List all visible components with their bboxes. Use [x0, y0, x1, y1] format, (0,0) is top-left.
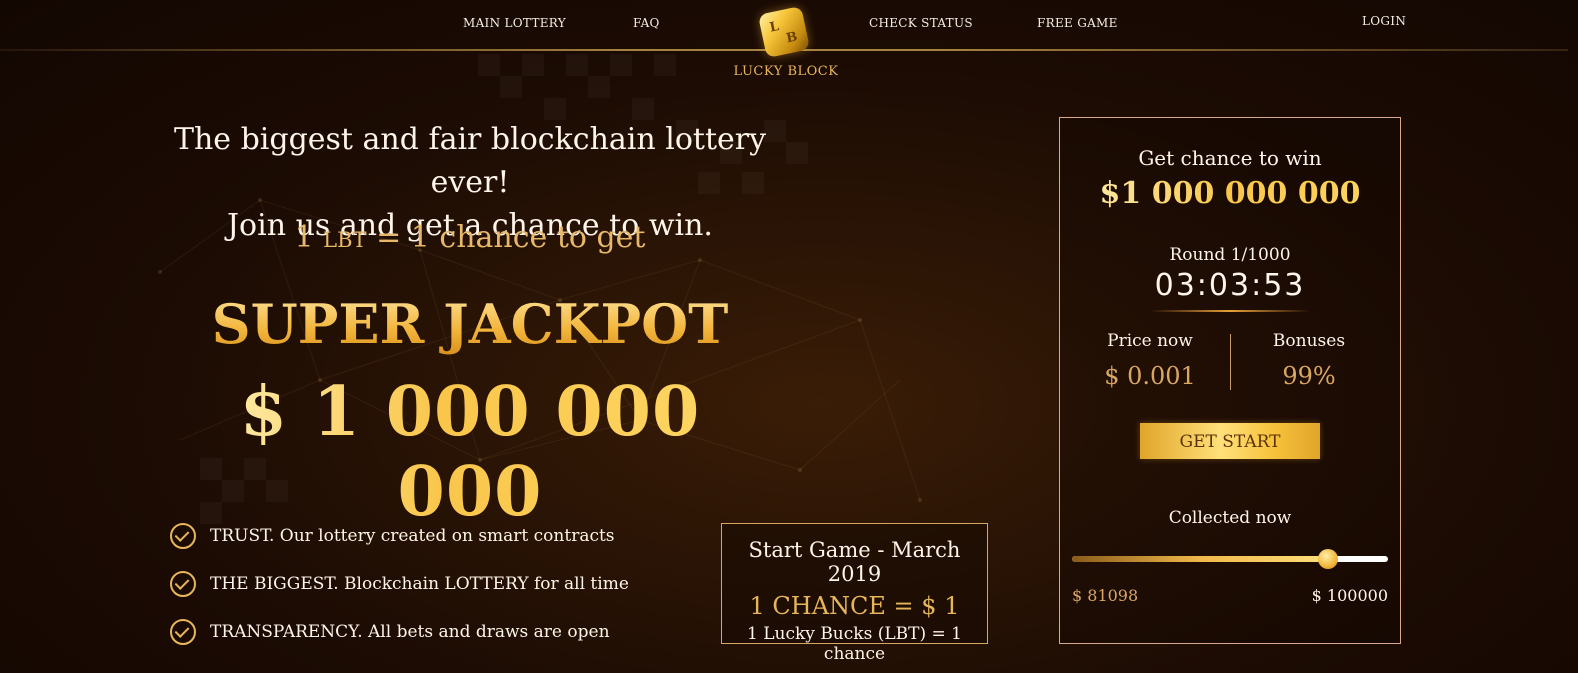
check-circle-icon — [170, 619, 196, 645]
feature-text: TRUST. Our lottery created on smart cont… — [210, 526, 615, 546]
nav-check-status[interactable]: CHECK STATUS — [869, 16, 973, 30]
feature-item: THE BIGGEST. Blockchain LOTTERY for all … — [170, 569, 629, 599]
lbt-eq: = 1 — [376, 220, 430, 255]
price-value: $ 0.001 — [1104, 362, 1196, 390]
collected-label: Collected now — [1168, 508, 1292, 528]
feature-item: TRUST. Our lottery created on smart cont… — [170, 521, 615, 551]
check-circle-icon — [170, 571, 196, 597]
start-game-lbt: 1 Lucky Bucks (LBT) = 1 chance — [747, 624, 962, 664]
jackpot-panel: Get chance to win $1 000 000 000 Round 1… — [1059, 117, 1401, 644]
collected-progress-thumb[interactable] — [1318, 549, 1339, 569]
feature-item: TRANSPARENCY. All bets and draws are ope… — [170, 617, 610, 647]
dice-logo-icon: L B — [757, 5, 811, 59]
lbt-rest: chance to get — [439, 220, 646, 255]
price-label: Price now — [1107, 331, 1193, 351]
panel-divider — [1230, 334, 1231, 390]
countdown-timer: 03:03:53 — [1154, 268, 1306, 303]
start-game-chance: 1 CHANCE = $ 1 — [749, 592, 960, 620]
feature-text: TRANSPARENCY. All bets and draws are ope… — [210, 622, 610, 642]
feature-text: THE BIGGEST. Blockchain LOTTERY for all … — [210, 574, 629, 594]
start-game-title: Start Game - March 2019 — [748, 538, 961, 586]
bonus-label: Bonuses — [1272, 331, 1346, 351]
get-start-button[interactable]: GET START — [1140, 423, 1320, 459]
nav-free-game[interactable]: FREE GAME — [1037, 16, 1118, 30]
logo[interactable]: L B LUCKY BLOCK — [728, 5, 844, 88]
lbt-rate-line: 1 LBT = 1 chance to get — [280, 220, 660, 255]
hero-title-line1: The biggest and fair blockchain lottery … — [173, 122, 767, 200]
logo-text: LUCKY BLOCK — [733, 64, 839, 79]
collected-progress-track — [1072, 549, 1388, 569]
collected-current-value: $ 81098 — [1072, 586, 1139, 605]
start-game-box: Start Game - March 2019 1 CHANCE = $ 1 1… — [721, 523, 988, 664]
panel-amount: $1 000 000 000 — [1060, 176, 1400, 211]
jackpot-amount: $ 1 000 000 000 — [180, 372, 760, 532]
timer-underline — [1150, 310, 1310, 312]
bonus-value: 99% — [1282, 362, 1336, 390]
nav-faq[interactable]: FAQ — [633, 16, 660, 30]
panel-title: Get chance to win — [1138, 146, 1322, 170]
super-jackpot-heading: SUPER JACKPOT — [200, 292, 740, 356]
logo-mark-l: L — [768, 19, 781, 36]
logo-mark-b: B — [784, 29, 799, 47]
round-label: Round 1/1000 — [1169, 245, 1291, 265]
nav-main-lottery[interactable]: MAIN LOTTERY — [463, 16, 566, 30]
collected-target-value: $ 100000 — [1311, 586, 1388, 605]
collected-progress-fill — [1072, 556, 1329, 562]
login-link[interactable]: LOGIN — [1362, 14, 1406, 28]
check-circle-icon — [170, 523, 196, 549]
lbt-unit: LBT — [323, 228, 367, 252]
lbt-num: 1 — [294, 220, 314, 255]
